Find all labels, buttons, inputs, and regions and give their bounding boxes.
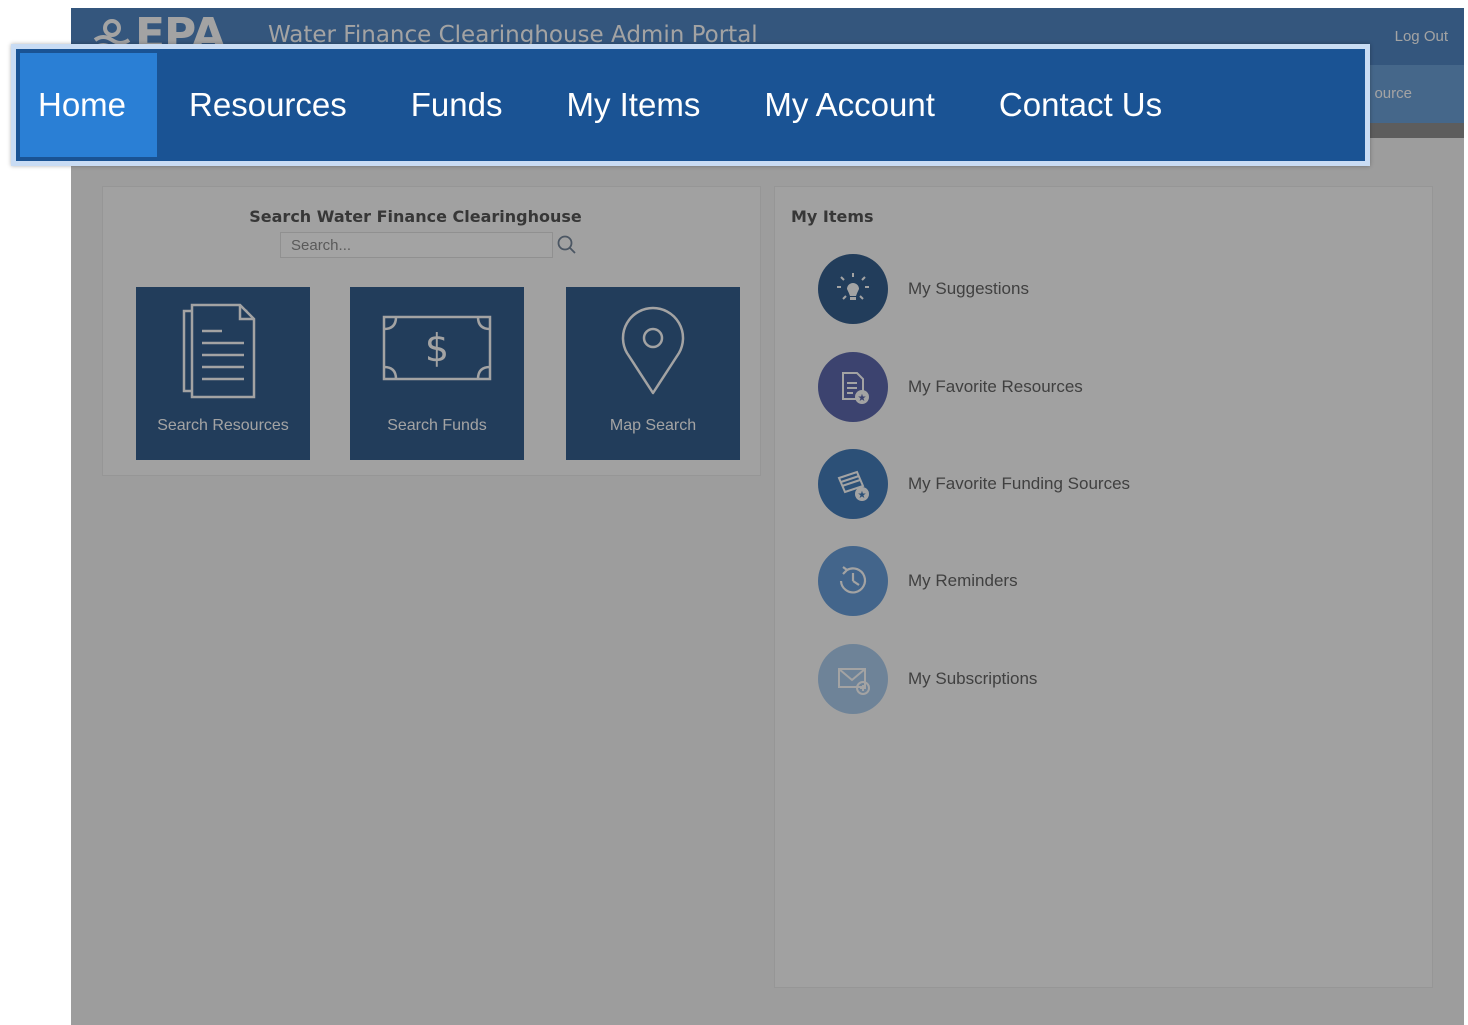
nav-item-contact-us[interactable]: Contact Us — [967, 53, 1194, 157]
nav-item-funds[interactable]: Funds — [379, 53, 535, 157]
nav-item-home[interactable]: Home — [20, 53, 158, 157]
nav-item-my-account[interactable]: My Account — [732, 53, 967, 157]
nav-list: Home Resources Funds My Items My Account… — [20, 53, 1194, 157]
main-navigation: Home Resources Funds My Items My Account… — [11, 44, 1370, 166]
nav-item-resources[interactable]: Resources — [157, 53, 379, 157]
nav-item-my-items[interactable]: My Items — [534, 53, 732, 157]
